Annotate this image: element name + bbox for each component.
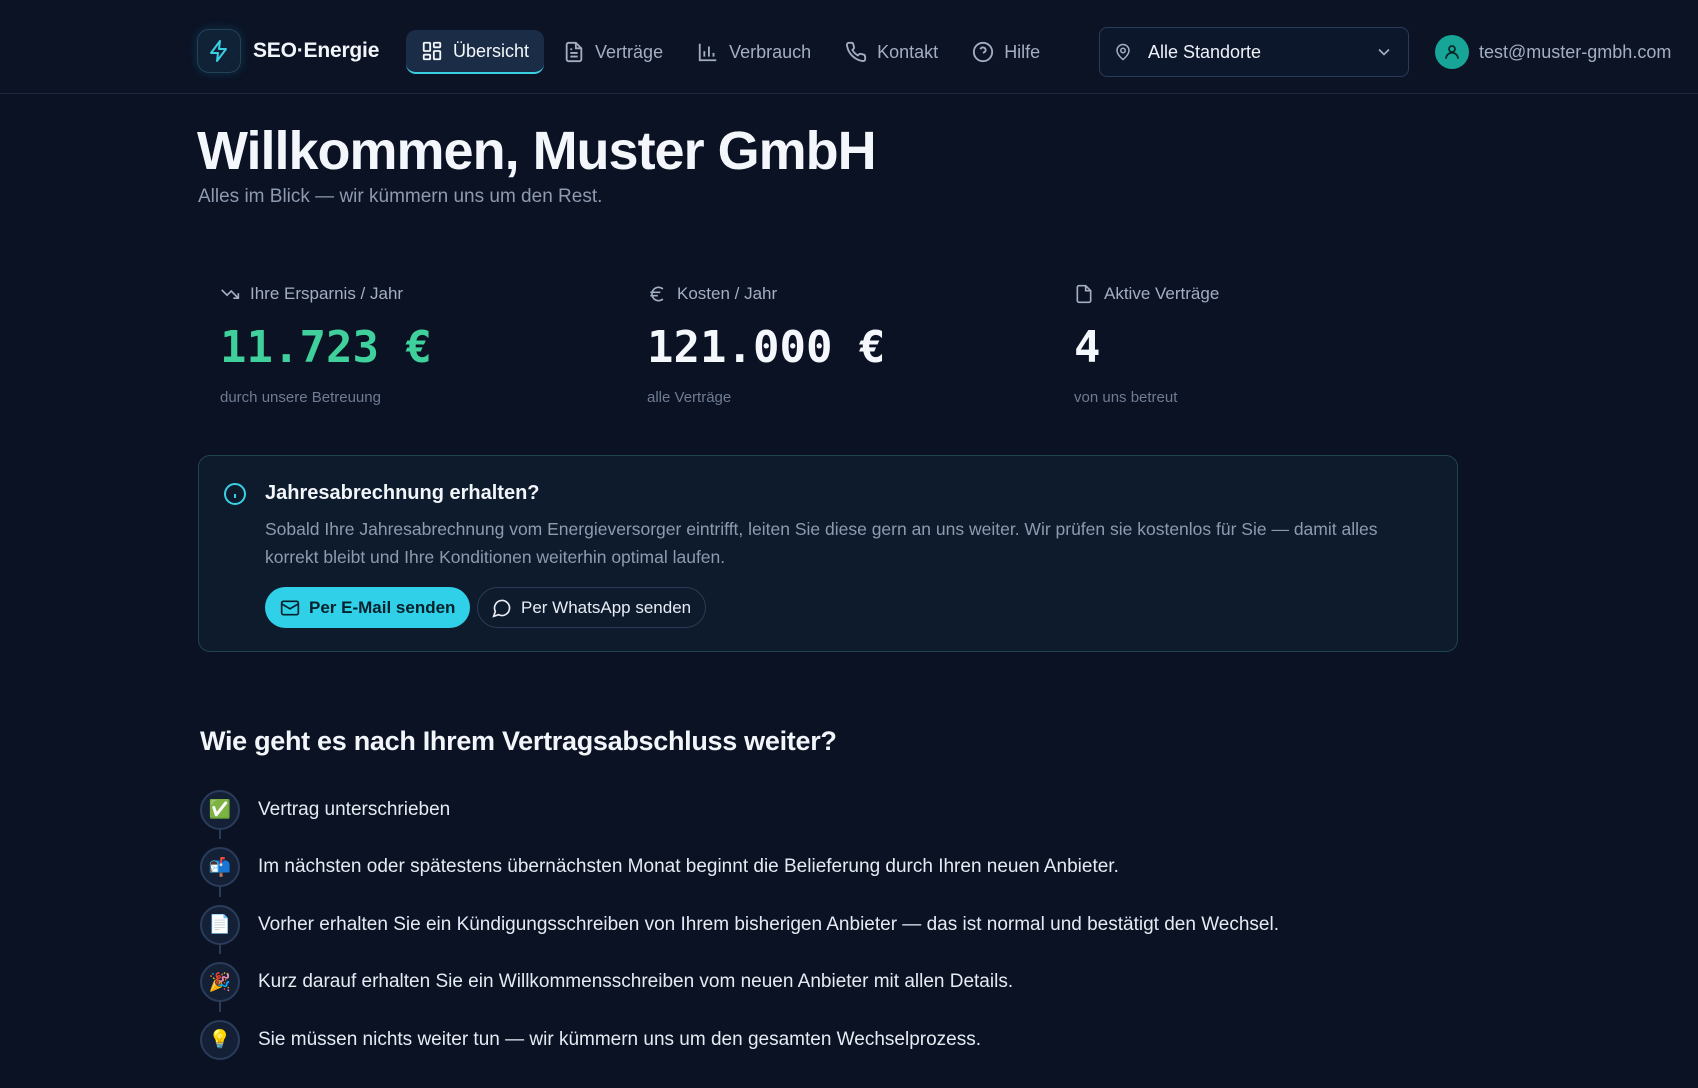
annual-bill-info-card: Jahresabrechnung erhalten? Sobald Ihre J…: [198, 455, 1458, 652]
file-icon: [1076, 284, 1092, 304]
nav-item-label: Hilfe: [1004, 41, 1041, 62]
stat-costs: Kosten / Jahr 121.000 € alle Verträge: [647, 284, 1027, 406]
timeline-step: ✅ Vertrag unterschrieben: [200, 781, 1279, 839]
euro-icon: [650, 286, 664, 302]
step-text: Sie müssen nichts weiter tun — wir kümme…: [258, 1028, 982, 1050]
send-email-label: Per E-Mail senden: [309, 597, 456, 617]
map-pin-icon: [1116, 43, 1130, 61]
stat-value: 4: [1074, 322, 1101, 373]
stat-value: 121.000 €: [647, 322, 886, 373]
location-select-value: Alle Standorte: [1148, 41, 1262, 62]
party-popper-icon: 🎉: [200, 962, 240, 1003]
nav-item-label: Verträge: [595, 41, 664, 62]
stat-savings: Ihre Ersparnis / Jahr 11.723 € durch uns…: [220, 284, 600, 406]
brand[interactable]: SEO·Energie: [197, 29, 379, 73]
page-subtitle: Alles im Blick — wir kümmern uns um den …: [198, 186, 603, 207]
location-select[interactable]: Alle Standorte: [1099, 27, 1409, 77]
nav-item-label: Verbrauch: [729, 41, 812, 62]
send-whatsapp-button[interactable]: Per WhatsApp senden: [477, 587, 707, 628]
mail-icon: [280, 600, 300, 615]
help-icon: [973, 41, 994, 63]
stat-note: durch unsere Betreuung: [220, 389, 381, 406]
dashboard-icon: [422, 41, 442, 61]
step-text: Vorher erhalten Sie ein Kündigungsschrei…: [258, 913, 1279, 935]
brand-name: SEO·Energie: [253, 39, 380, 62]
step-text: Vertrag unterschrieben: [258, 798, 451, 820]
check-mark-icon: ✅: [200, 789, 240, 830]
page-icon: 📄: [200, 904, 240, 945]
info-card-title: Jahresabrechnung erhalten?: [265, 482, 540, 504]
info-icon: [224, 483, 246, 505]
trending-down-icon: [221, 289, 240, 299]
steps-title: Wie geht es nach Ihrem Vertragsabschluss…: [200, 726, 837, 756]
top-navigation-bar: SEO·Energie Übersicht Verträge Verbrauch…: [0, 0, 1698, 94]
timeline-step: 🎉 Kurz darauf erhalten Sie ein Willkomme…: [200, 954, 1279, 1012]
timeline-step: 📬 Im nächsten oder spätestens übernächst…: [200, 839, 1279, 897]
step-text: Kurz darauf erhalten Sie ein Willkommens…: [258, 971, 1014, 993]
send-email-button[interactable]: Per E-Mail senden: [265, 587, 471, 628]
step-text: Im nächsten oder spätestens übernächsten…: [258, 856, 1119, 878]
main-nav: Übersicht Verträge Verbrauch Kontakt Hil…: [406, 30, 1059, 74]
stat-active-contracts: Aktive Verträge 4 von uns betreut: [1074, 284, 1454, 406]
light-bulb-icon: 💡: [200, 1019, 240, 1060]
steps-timeline: ✅ Vertrag unterschrieben 📬 Im nächsten o…: [200, 781, 1279, 1069]
stat-note: von uns betreut: [1074, 389, 1178, 406]
timeline-step: 💡 Sie müssen nichts weiter tun — wir küm…: [200, 1011, 1279, 1069]
user-avatar-icon: [1435, 35, 1469, 69]
nav-item-label: Übersicht: [453, 40, 530, 61]
phone-icon: [846, 41, 867, 62]
stat-note: alle Verträge: [647, 389, 732, 406]
stat-label: Kosten / Jahr: [677, 284, 778, 303]
user-menu[interactable]: test@muster-gmbh.com: [1435, 35, 1671, 69]
stat-value: 11.723 €: [220, 322, 432, 373]
nav-item-uebersicht[interactable]: Übersicht: [406, 30, 545, 74]
nav-item-verbrauch[interactable]: Verbrauch: [682, 30, 826, 74]
info-card-text: Sobald Ihre Jahresabrechnung vom Energie…: [265, 519, 1378, 567]
user-email: test@muster-gmbh.com: [1479, 41, 1672, 62]
chevron-down-icon: [1378, 48, 1390, 56]
nav-item-label: Kontakt: [877, 41, 939, 62]
nav-item-hilfe[interactable]: Hilfe: [957, 30, 1055, 74]
send-whatsapp-label: Per WhatsApp senden: [521, 597, 692, 617]
chat-bubble-icon: [492, 599, 511, 618]
document-icon: [565, 41, 583, 63]
stat-label: Ihre Ersparnis / Jahr: [250, 284, 404, 303]
nav-item-kontakt[interactable]: Kontakt: [830, 30, 953, 74]
nav-item-vertraege[interactable]: Verträge: [548, 30, 678, 74]
timeline-step: 📄 Vorher erhalten Sie ein Kündigungsschr…: [200, 896, 1279, 954]
page-title: Willkommen, Muster GmbH: [197, 121, 877, 181]
stat-label: Aktive Verträge: [1104, 284, 1220, 303]
mailbox-icon: 📬: [200, 847, 240, 888]
lightning-bolt-icon: [197, 29, 241, 73]
bar-chart-icon: [698, 43, 717, 62]
